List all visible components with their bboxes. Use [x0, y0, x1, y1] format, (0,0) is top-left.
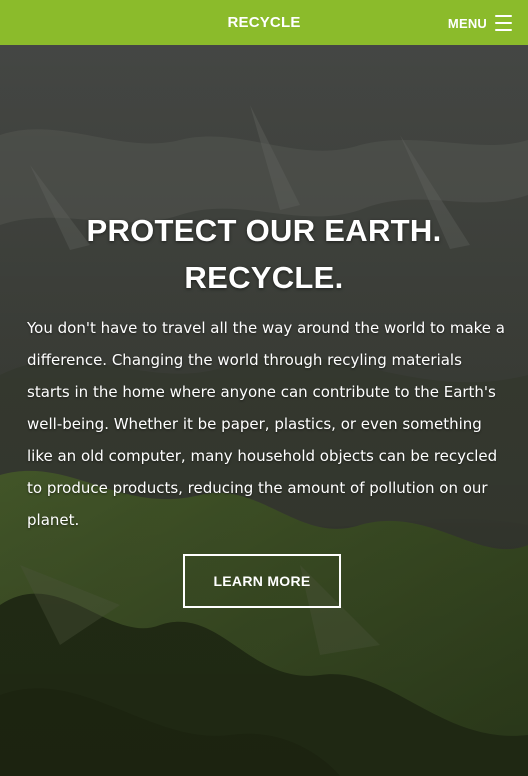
- headline-line-2: RECYCLE.: [184, 260, 344, 295]
- hero-headline: PROTECT OUR EARTH. RECYCLE.: [20, 207, 508, 301]
- hamburger-menu-icon: [495, 15, 512, 31]
- hero-content: PROTECT OUR EARTH. RECYCLE. You don't ha…: [0, 45, 528, 776]
- menu-toggle-button[interactable]: MENU: [448, 13, 512, 33]
- top-navbar: RECYCLE MENU: [0, 0, 528, 45]
- hero-section: PROTECT OUR EARTH. RECYCLE. You don't ha…: [0, 45, 528, 776]
- learn-more-button[interactable]: LEARN MORE: [183, 554, 341, 608]
- headline-line-1: PROTECT OUR EARTH.: [86, 213, 442, 248]
- menu-label: MENU: [447, 15, 487, 31]
- hero-description: You don't have to travel all the way aro…: [27, 319, 506, 529]
